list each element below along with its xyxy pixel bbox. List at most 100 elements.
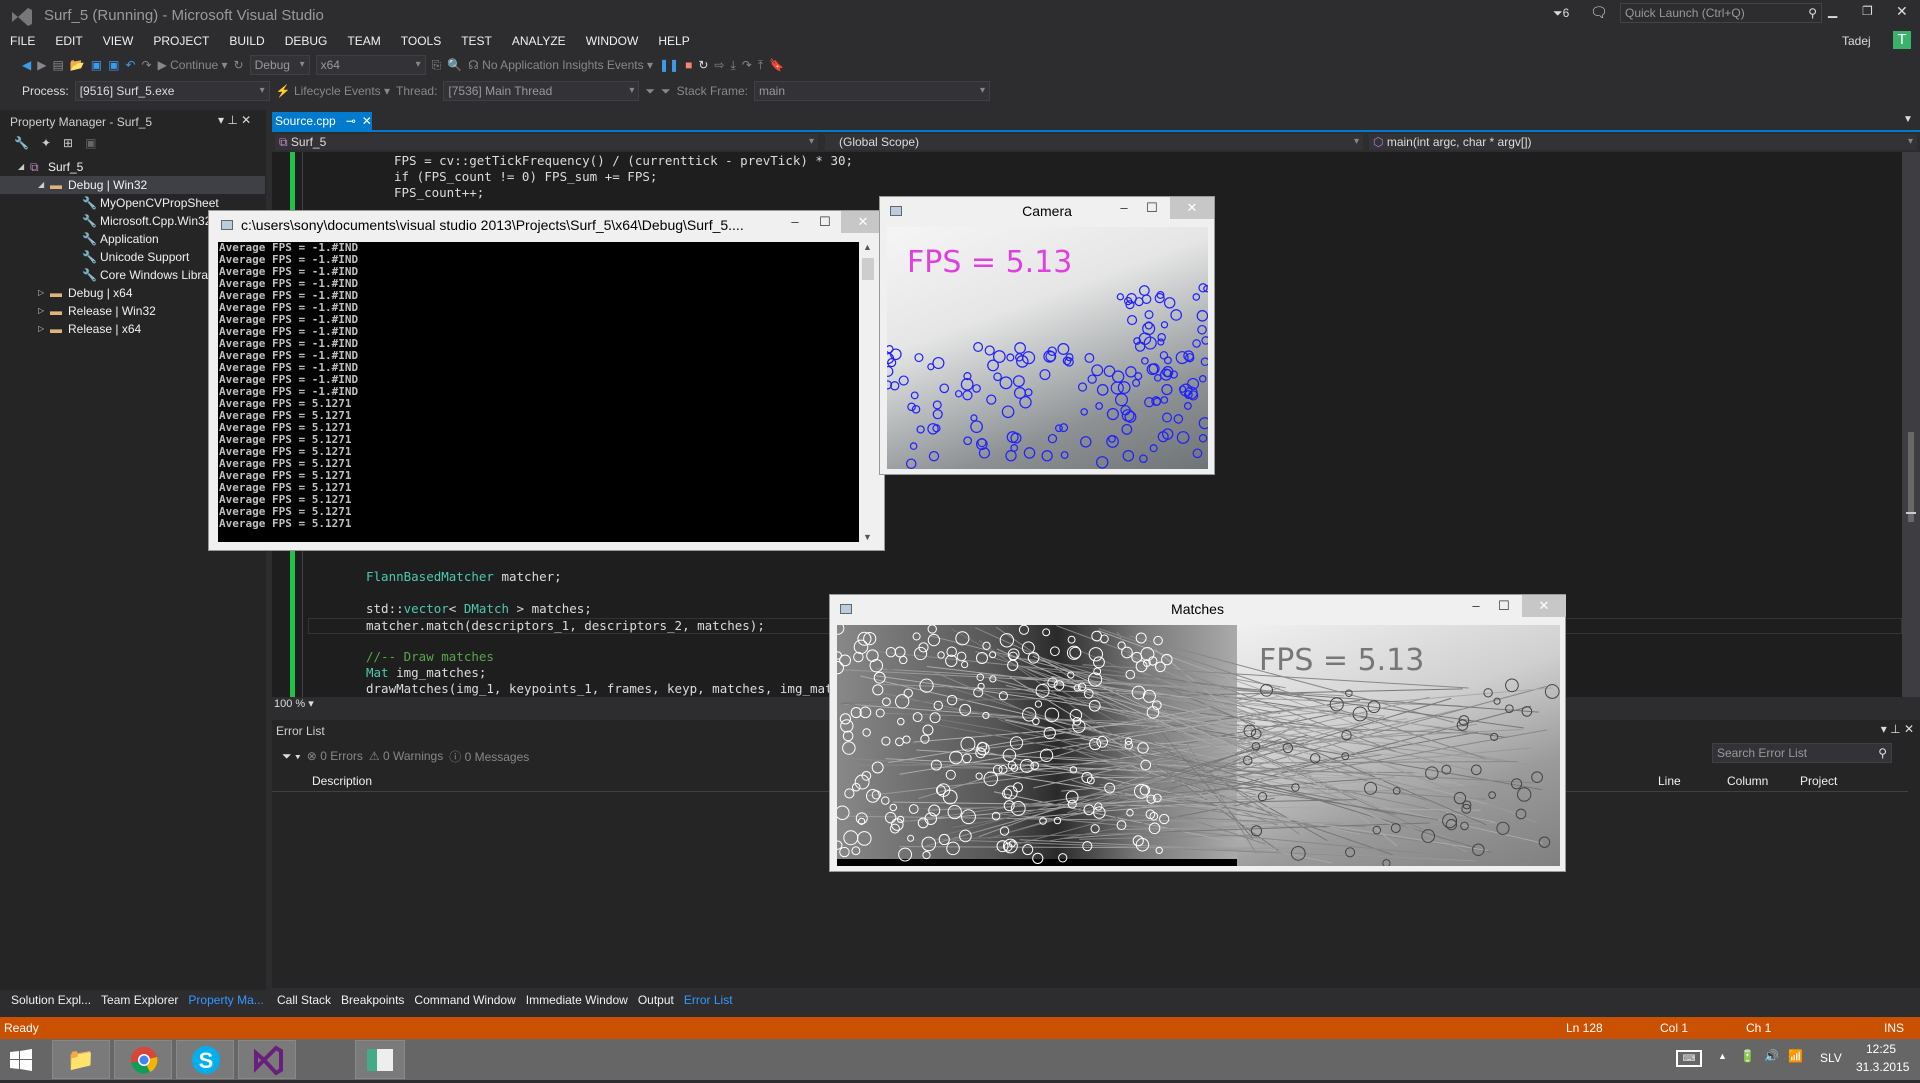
editor-vertical-scrollbar[interactable]: [1902, 152, 1920, 697]
menu-build[interactable]: BUILD: [219, 32, 274, 50]
tab-team-explorer[interactable]: Team Explorer: [96, 990, 183, 1010]
scroll-up-icon[interactable]: ▲: [863, 242, 872, 252]
tab-output[interactable]: Output: [633, 990, 679, 1010]
configuration-select[interactable]: Debug: [250, 55, 310, 75]
show-hidden-icons[interactable]: ▲: [1718, 1051, 1727, 1061]
errors-filter-button[interactable]: ⊗ 0 Errors: [307, 749, 363, 763]
quick-launch-input[interactable]: Quick Launch (Ctrl+Q)⚲: [1620, 3, 1822, 23]
user-name[interactable]: Tadej: [1842, 34, 1871, 48]
camera-maximize-button[interactable]: ☐: [1136, 197, 1168, 219]
visual-studio-icon[interactable]: [238, 1040, 296, 1079]
new-project-icon[interactable]: ▤: [52, 58, 63, 72]
save-all-icon[interactable]: ▣: [108, 58, 119, 72]
menu-team[interactable]: TEAM: [337, 32, 390, 50]
step-out-icon[interactable]: ⤒: [758, 58, 763, 73]
undo-icon[interactable]: ↶: [125, 58, 135, 72]
menu-debug[interactable]: DEBUG: [275, 32, 338, 50]
flag-threads-icon[interactable]: ⏷: [661, 84, 671, 99]
error-list-window-controls[interactable]: ▾ ⊥ ✕: [1881, 722, 1914, 736]
expander-icon[interactable]: ▷: [38, 284, 44, 302]
network-icon[interactable]: 📶: [1788, 1049, 1803, 1063]
input-language[interactable]: SLV: [1820, 1051, 1842, 1065]
camera-close-button[interactable]: ✕: [1170, 197, 1214, 219]
file-explorer-icon[interactable]: 📁: [52, 1040, 110, 1079]
menu-window[interactable]: WINDOW: [576, 32, 649, 50]
tab-overflow-icon[interactable]: ▼: [1903, 114, 1913, 125]
matches-close-button[interactable]: ✕: [1522, 595, 1566, 617]
pin-icon[interactable]: ⊸: [346, 114, 356, 128]
save-sheet-icon[interactable]: ▣: [85, 136, 96, 150]
close-tab-icon[interactable]: ✕: [362, 114, 372, 128]
tab-immediate-window[interactable]: Immediate Window: [521, 990, 633, 1010]
thread-select[interactable]: [7536] Main Thread: [443, 81, 639, 101]
search-error-list-input[interactable]: Search Error List⚲: [1712, 743, 1892, 763]
function-nav-select[interactable]: ⬡ main(int argc, char * argv[]): [1368, 133, 1918, 151]
clock-date[interactable]: 31.3.2015: [1856, 1060, 1909, 1074]
redo-icon[interactable]: ↷: [142, 58, 152, 72]
menu-test[interactable]: TEST: [451, 32, 502, 50]
lifecycle-events-button[interactable]: ⚡ Lifecycle Events ▾: [276, 84, 390, 98]
filter-threads-icon[interactable]: ⏷: [645, 84, 655, 99]
console-output[interactable]: Average FPS = -1.#INDAverage FPS = -1.#I…: [218, 242, 859, 542]
column-line[interactable]: Line: [1658, 774, 1681, 788]
tree-item[interactable]: ◢⧉Surf_5: [0, 158, 265, 176]
scroll-down-icon[interactable]: ▼: [863, 532, 872, 542]
column-description[interactable]: Description: [312, 774, 372, 788]
console-title-bar[interactable]: c:\users\sony\documents\visual studio 20…: [209, 211, 884, 239]
user-avatar[interactable]: T: [1893, 31, 1911, 49]
close-button[interactable]: ✕: [1896, 3, 1908, 20]
refresh-icon[interactable]: ↻: [234, 58, 244, 72]
opencv-window-icon[interactable]: [355, 1040, 405, 1079]
insights-button[interactable]: ☊ No Application Insights Events ▾: [468, 58, 653, 72]
menu-edit[interactable]: EDIT: [45, 32, 92, 50]
add-existing-sheet-icon[interactable]: ⊞: [63, 136, 73, 150]
menu-file[interactable]: FILE: [0, 32, 45, 50]
matches-title-bar[interactable]: Matches – ☐ ✕: [830, 595, 1565, 623]
show-next-statement-icon[interactable]: ⇨: [714, 58, 724, 72]
add-new-sheet-icon[interactable]: ✦: [41, 136, 51, 150]
menu-tools[interactable]: TOOLS: [391, 32, 451, 50]
zoom-select[interactable]: 100 % ▾: [274, 697, 314, 710]
tab-call-stack[interactable]: Call Stack: [272, 990, 336, 1010]
console-maximize-button[interactable]: ☐: [809, 211, 841, 233]
step-over-icon[interactable]: ↷: [742, 58, 752, 72]
restart-icon[interactable]: ↻: [698, 58, 708, 72]
clock-time[interactable]: 12:25: [1866, 1042, 1896, 1056]
menu-view[interactable]: VIEW: [93, 32, 144, 50]
stack-frame-select[interactable]: main: [754, 81, 990, 101]
notifications-button[interactable]: ⏷6: [1553, 6, 1569, 21]
project-nav-select[interactable]: ⧉ Surf_5: [274, 133, 819, 151]
forward-icon[interactable]: ▶: [37, 58, 46, 72]
volume-icon[interactable]: 🔊: [1764, 1049, 1779, 1063]
restore-button[interactable]: ❐: [1862, 4, 1873, 18]
process-select[interactable]: [9516] Surf_5.exe: [75, 81, 270, 101]
step-into-icon[interactable]: ⤓: [730, 58, 735, 73]
column-column[interactable]: Column: [1727, 774, 1768, 788]
scope-nav-select[interactable]: (Global Scope): [824, 133, 1364, 151]
expander-icon[interactable]: ◢: [38, 176, 44, 194]
platform-select[interactable]: x64: [316, 55, 426, 75]
tab-breakpoints[interactable]: Breakpoints: [336, 990, 409, 1010]
console-minimize-button[interactable]: –: [779, 211, 811, 233]
stop-icon[interactable]: ■: [685, 58, 692, 72]
filter-icon[interactable]: ⏷ ▾: [282, 749, 301, 764]
save-icon[interactable]: ▣: [91, 58, 102, 72]
open-file-icon[interactable]: 📂: [70, 58, 85, 72]
skype-icon[interactable]: S: [176, 1040, 234, 1079]
touch-keyboard-icon[interactable]: ⌨: [1676, 1050, 1702, 1067]
menu-project[interactable]: PROJECT: [143, 32, 219, 50]
start-button-windows-icon[interactable]: [10, 1049, 32, 1071]
column-project[interactable]: Project: [1800, 774, 1837, 788]
tab-command-window[interactable]: Command Window: [409, 990, 520, 1010]
find-icon[interactable]: 🔍: [447, 58, 462, 72]
console-scrollbar[interactable]: ▲ ▼: [860, 242, 876, 542]
menu-analyze[interactable]: ANALYZE: [502, 32, 576, 50]
tab-solution-explorer[interactable]: Solution Expl...: [6, 990, 96, 1010]
battery-icon[interactable]: 🔋: [1740, 1049, 1755, 1063]
feedback-icon[interactable]: 🗨: [1590, 4, 1608, 21]
matches-maximize-button[interactable]: ☐: [1488, 595, 1520, 617]
camera-title-bar[interactable]: Camera – ☐ ✕: [880, 197, 1214, 225]
warnings-filter-button[interactable]: ⚠ 0 Warnings: [369, 749, 443, 763]
expander-icon[interactable]: ▷: [38, 302, 44, 320]
continue-button[interactable]: ▶ Continue ▾: [158, 58, 228, 72]
